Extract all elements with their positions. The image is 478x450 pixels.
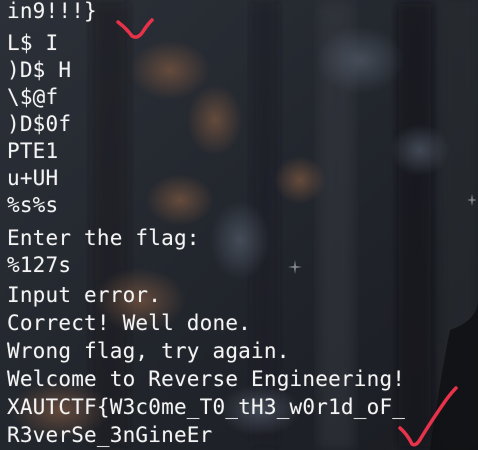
terminal-line: in9!!!} <box>7 0 97 23</box>
terminal-line: Correct! Well done. <box>7 311 252 335</box>
terminal-output: in9!!!} L$ I )D$ H \$@f )D$0f PTE1 u+UH … <box>0 0 478 450</box>
terminal-line: Enter the flag: <box>7 226 200 250</box>
terminal-line: L$ I <box>7 31 59 55</box>
terminal-line: )D$ H <box>7 58 72 82</box>
terminal-line: Welcome to Reverse Engineering! <box>7 367 406 391</box>
terminal-line: %127s <box>7 253 72 277</box>
terminal-line: R3verSe_3nGineEr <box>7 423 213 447</box>
terminal-line: )D$0f <box>7 112 72 136</box>
terminal-line: XAUTCTF{W3c0me_T0_tH3_w0r1d_oF_ <box>7 395 406 419</box>
terminal-line: Input error. <box>7 283 162 307</box>
terminal-line: u+UH <box>7 166 59 190</box>
terminal-line: \$@f <box>7 85 59 109</box>
terminal-line: Wrong flag, try again. <box>7 339 290 363</box>
terminal-line: %s%s <box>7 193 59 217</box>
terminal-line: PTE1 <box>7 139 59 163</box>
